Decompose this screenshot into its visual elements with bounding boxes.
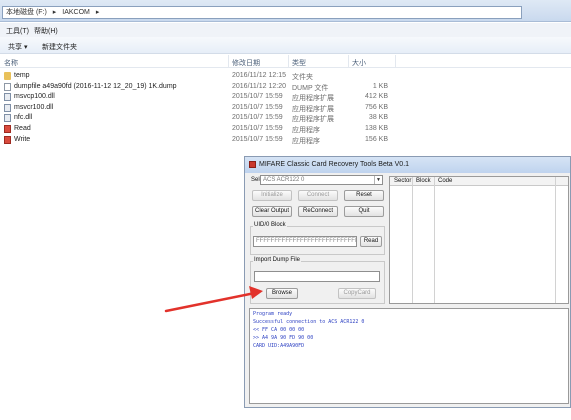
arrow-head [249,286,263,299]
annotation-arrow [164,286,263,313]
arrow-shaft [164,291,257,313]
